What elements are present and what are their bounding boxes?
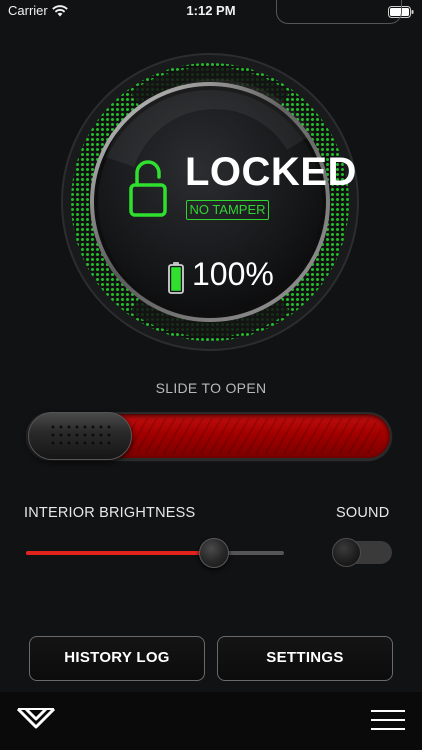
battery-icon — [168, 262, 184, 299]
settings-button[interactable]: SETTINGS — [217, 636, 393, 681]
battery-percentage: 100% — [192, 256, 274, 292]
slide-track-texture — [128, 418, 382, 454]
brightness-slider-thumb[interactable] — [199, 538, 230, 568]
history-log-button[interactable]: HISTORY LOG — [29, 636, 205, 681]
interior-brightness-label: INTERIOR BRIGHTNESS — [24, 505, 196, 521]
slide-to-open-label: SLIDE TO OPEN — [155, 380, 267, 396]
hamburger-menu-icon[interactable] — [371, 710, 405, 735]
sound-toggle-thumb[interactable] — [332, 538, 361, 567]
sound-label: SOUND — [336, 505, 390, 521]
bottom-bar — [0, 692, 422, 750]
brand-logo-icon[interactable] — [16, 705, 56, 736]
slide-handle[interactable] — [28, 412, 132, 460]
brightness-slider-fill — [26, 551, 215, 555]
slide-handle-grip — [49, 423, 113, 449]
top-control-pill[interactable] — [276, 0, 402, 24]
tamper-status-badge: NO TAMPER — [186, 200, 269, 220]
padlock-open-icon — [128, 160, 168, 223]
brightness-slider-track[interactable] — [26, 551, 284, 555]
lock-status-title: LOCKED — [185, 150, 357, 194]
